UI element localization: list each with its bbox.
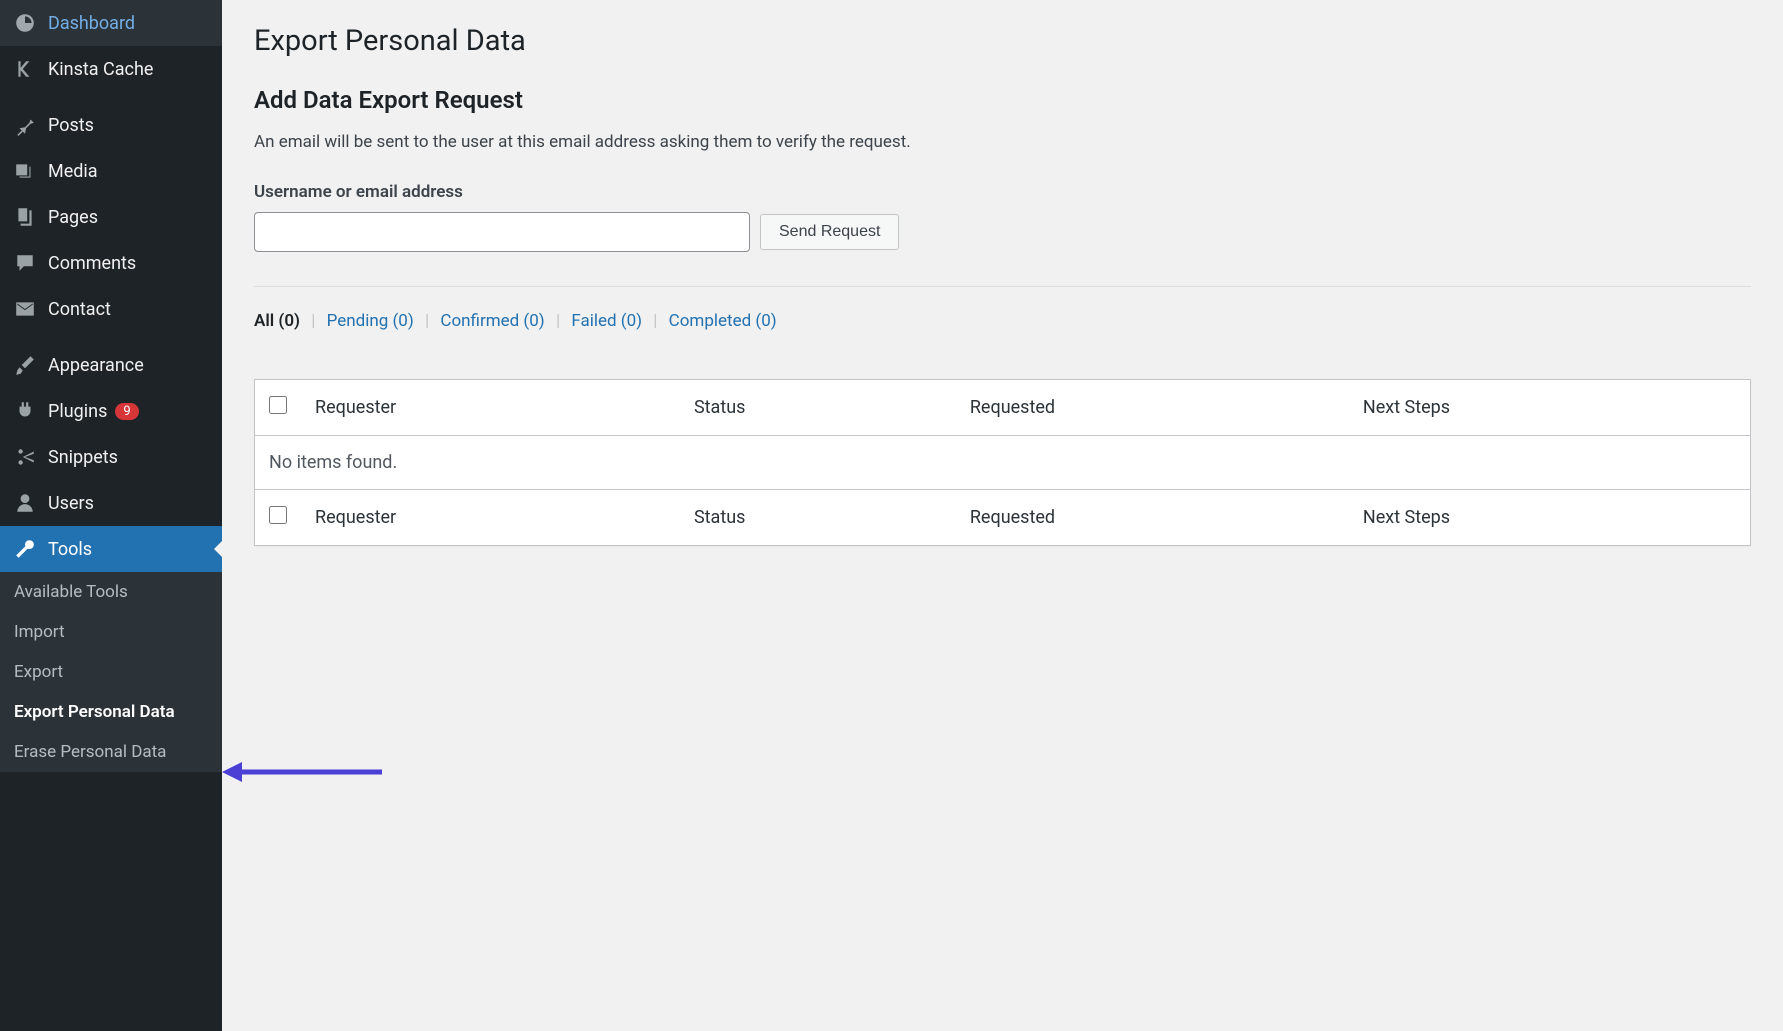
comments-icon	[12, 252, 38, 274]
submenu-available-tools[interactable]: Available Tools	[0, 572, 222, 612]
col-status-foot: Status	[680, 490, 956, 546]
sidebar-item-appearance[interactable]: Appearance	[0, 342, 222, 388]
sidebar-item-label: Dashboard	[48, 13, 135, 34]
media-icon	[12, 160, 38, 182]
annotation-arrow-icon	[222, 752, 382, 792]
sidebar-item-label: Media	[48, 161, 98, 182]
page-title: Export Personal Data	[254, 24, 1751, 58]
select-all-checkbox-bottom[interactable]	[269, 506, 287, 524]
sidebar-item-kinsta-cache[interactable]: Kinsta Cache	[0, 46, 222, 92]
status-filter-links: All (0) | Pending (0) | Confirmed (0) | …	[254, 311, 1751, 331]
admin-sidebar: Dashboard Kinsta Cache Posts Media Pages…	[0, 0, 222, 1031]
sidebar-item-label: Users	[48, 493, 94, 514]
requests-table: Requester Status Requested Next Steps No…	[254, 379, 1751, 546]
pages-icon	[12, 206, 38, 228]
filter-failed[interactable]: Failed (0)	[571, 311, 642, 331]
submenu-export[interactable]: Export	[0, 652, 222, 692]
sidebar-item-posts[interactable]: Posts	[0, 102, 222, 148]
submenu-export-personal-data[interactable]: Export Personal Data	[0, 692, 222, 732]
sidebar-item-label: Plugins	[48, 401, 107, 422]
dashboard-icon	[12, 12, 38, 34]
col-requester[interactable]: Requester	[301, 380, 680, 436]
plug-icon	[12, 400, 38, 422]
col-next-steps: Next Steps	[1349, 380, 1751, 436]
main-content: Export Personal Data Add Data Export Req…	[222, 0, 1783, 1031]
pin-icon	[12, 114, 38, 136]
sidebar-item-comments[interactable]: Comments	[0, 240, 222, 286]
section-description: An email will be sent to the user at thi…	[254, 132, 1751, 152]
mail-icon	[12, 298, 38, 320]
scissors-icon	[12, 446, 38, 468]
col-next-steps-foot: Next Steps	[1349, 490, 1751, 546]
sidebar-item-contact[interactable]: Contact	[0, 286, 222, 332]
submenu-erase-personal-data[interactable]: Erase Personal Data	[0, 732, 222, 772]
sidebar-item-label: Snippets	[48, 447, 118, 468]
wrench-icon	[12, 538, 38, 560]
sidebar-item-label: Pages	[48, 207, 98, 228]
filter-confirmed[interactable]: Confirmed (0)	[440, 311, 544, 331]
send-request-button[interactable]: Send Request	[760, 214, 899, 250]
sidebar-item-tools[interactable]: Tools	[0, 526, 222, 572]
sidebar-item-snippets[interactable]: Snippets	[0, 434, 222, 480]
user-icon	[12, 492, 38, 514]
sidebar-item-label: Appearance	[48, 355, 144, 376]
plugins-update-badge: 9	[115, 403, 138, 420]
divider	[254, 286, 1751, 287]
section-subtitle: Add Data Export Request	[254, 86, 1751, 114]
sidebar-item-dashboard[interactable]: Dashboard	[0, 0, 222, 46]
sidebar-item-pages[interactable]: Pages	[0, 194, 222, 240]
sidebar-item-plugins[interactable]: Plugins 9	[0, 388, 222, 434]
submenu-import[interactable]: Import	[0, 612, 222, 652]
username-email-input[interactable]	[254, 212, 750, 252]
sidebar-item-label: Kinsta Cache	[48, 59, 153, 80]
kinsta-icon	[12, 58, 38, 80]
sidebar-item-users[interactable]: Users	[0, 480, 222, 526]
select-all-checkbox-top[interactable]	[269, 396, 287, 414]
sidebar-item-media[interactable]: Media	[0, 148, 222, 194]
col-requester-foot[interactable]: Requester	[301, 490, 680, 546]
sidebar-item-label: Posts	[48, 115, 94, 136]
tools-submenu: Available Tools Import Export Export Per…	[0, 572, 222, 772]
col-status: Status	[680, 380, 956, 436]
col-requested[interactable]: Requested	[956, 380, 1349, 436]
filter-pending[interactable]: Pending (0)	[327, 311, 414, 331]
brush-icon	[12, 354, 38, 376]
sidebar-item-label: Comments	[48, 253, 136, 274]
filter-all[interactable]: All (0)	[254, 311, 300, 331]
export-request-form: Username or email address Send Request	[254, 182, 1751, 252]
sidebar-item-label: Tools	[48, 539, 92, 560]
username-email-label: Username or email address	[254, 182, 1751, 202]
sidebar-item-label: Contact	[48, 299, 111, 320]
filter-completed[interactable]: Completed (0)	[669, 311, 777, 331]
table-empty-message: No items found.	[255, 436, 1751, 490]
col-requested-foot[interactable]: Requested	[956, 490, 1349, 546]
